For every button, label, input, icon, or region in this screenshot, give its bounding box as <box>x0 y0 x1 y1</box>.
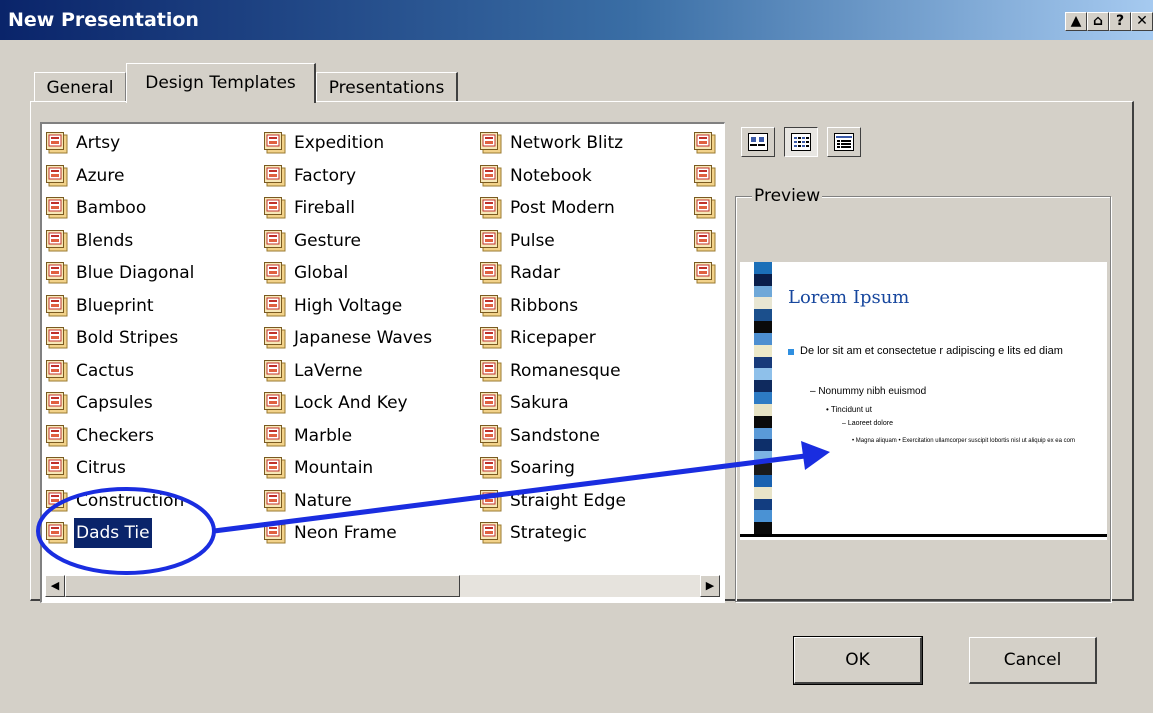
large-icons-icon <box>748 133 768 151</box>
template-label: Global <box>294 263 349 283</box>
list-view-button[interactable] <box>784 127 818 157</box>
template-label: LaVerne <box>294 360 363 381</box>
window-title: New Presentation <box>8 9 199 31</box>
tie-stripe <box>754 273 772 287</box>
tie-stripe <box>754 262 772 275</box>
template-label: Post Modern <box>510 198 615 218</box>
template-label: Neon Frame <box>294 523 397 543</box>
tie-stripe <box>754 392 772 405</box>
template-label: Ribbons <box>510 295 579 316</box>
template-label: Gesture <box>294 230 362 251</box>
tie-stripe <box>754 356 772 369</box>
scroll-thumb[interactable] <box>65 575 460 597</box>
template-label: Radar <box>510 263 561 283</box>
tab-design-templates[interactable]: Design Templates <box>126 63 316 103</box>
preview-bullet-4: – Laoreet dolore <box>842 420 893 427</box>
pin-icon[interactable]: ⌂ <box>1087 12 1109 31</box>
template-label: Blue Diagonal <box>76 263 195 283</box>
scroll-left-button[interactable]: ◀ <box>45 575 65 597</box>
tie-stripe <box>754 403 772 417</box>
tie-stripe <box>754 368 772 381</box>
list-icon <box>791 133 811 151</box>
ok-button[interactable]: OK <box>793 636 923 685</box>
template-label: Bold Stripes <box>76 328 179 348</box>
tie-stripe <box>754 415 772 429</box>
cancel-button[interactable]: Cancel <box>969 637 1097 684</box>
template-label: Romanesque <box>510 360 621 381</box>
bullet-icon <box>788 349 794 355</box>
template-label: Pulse <box>510 230 555 251</box>
template-label: Azure <box>76 165 125 186</box>
template-label: Construction <box>76 490 185 511</box>
tie-stripe <box>754 285 772 298</box>
template-label: Marble <box>294 425 353 446</box>
preview-bullet-5: • Magna aliquam • Exercitation ullamcorp… <box>852 438 1075 444</box>
horizontal-scrollbar[interactable]: ◀ ▶ <box>45 575 720 597</box>
tie-stripe <box>754 522 772 535</box>
scroll-right-button[interactable]: ▶ <box>700 575 720 597</box>
template-label: Factory <box>294 165 357 186</box>
tie-stripe <box>754 297 772 310</box>
tie-stripe <box>754 427 772 440</box>
tie-stripe <box>754 474 772 488</box>
tab-general[interactable]: General <box>34 72 126 102</box>
details-icon <box>834 133 854 151</box>
tie-stripe <box>754 510 772 523</box>
preview-divider <box>740 534 1107 537</box>
template-label: Blueprint <box>76 295 154 316</box>
template-label: Mountain <box>294 458 374 478</box>
preview-bullet-2: – Nonummy nibh euismod <box>810 386 927 397</box>
title-bar: New Presentation ▲ ⌂ ? ✕ <box>0 0 1153 40</box>
template-label: Expedition <box>294 133 385 153</box>
preview-slide: Lorem Ipsum De lor sit am et consectetue… <box>740 262 1107 540</box>
tie-stripe <box>754 344 772 358</box>
template-label: Sakura <box>510 393 569 413</box>
template-list[interactable]: Artsy Azure Bamboo Blends Blue Diagonal Bluep… <box>40 122 725 603</box>
tie-stripe <box>754 309 772 322</box>
help-button[interactable]: ? <box>1109 12 1131 31</box>
tie-stripe <box>754 321 772 334</box>
template-label: Soaring <box>510 458 575 478</box>
preview-slide-title: Lorem Ipsum <box>788 287 910 308</box>
template-label: Notebook <box>510 165 592 186</box>
template-label: Citrus <box>76 458 126 478</box>
template-label: Cactus <box>76 360 134 381</box>
template-label: Sandstone <box>510 425 600 446</box>
tie-stripe <box>754 439 772 452</box>
tie-stripe <box>754 486 772 499</box>
template-label: Artsy <box>76 133 121 153</box>
template-label: Dads Tie <box>74 518 152 548</box>
template-label: Fireball <box>294 198 355 218</box>
template-label: Capsules <box>76 393 153 413</box>
tie-stripe <box>754 380 772 393</box>
close-button[interactable]: ✕ <box>1131 12 1153 31</box>
template-label: Lock And Key <box>294 393 408 413</box>
preview-bullet-1: De lor sit am et consectetue r adipiscin… <box>800 345 1063 357</box>
template-label: Strategic <box>510 523 587 543</box>
preview-bullet-3: • Tincidunt ut <box>826 405 872 414</box>
scroll-up-icon[interactable]: ▲ <box>1065 12 1087 31</box>
tie-stripe <box>754 451 772 464</box>
template-label: Japanese Waves <box>294 328 433 348</box>
tab-presentations[interactable]: Presentations <box>316 72 458 102</box>
template-label: Checkers <box>76 425 154 446</box>
preview-label: Preview <box>752 186 823 206</box>
template-label: Blends <box>76 230 134 251</box>
tie-stripe <box>754 498 772 511</box>
details-view-button[interactable] <box>827 127 861 157</box>
template-label: Nature <box>294 490 352 511</box>
tie-stripe <box>754 332 772 346</box>
template-label: Network Blitz <box>510 133 624 153</box>
template-label: Straight Edge <box>510 490 627 511</box>
template-label: High Voltage <box>294 295 403 316</box>
tie-stripe <box>754 463 772 476</box>
large-icons-view-button[interactable] <box>741 127 775 157</box>
template-label: Ricepaper <box>510 328 596 348</box>
template-label: Bamboo <box>76 198 147 218</box>
